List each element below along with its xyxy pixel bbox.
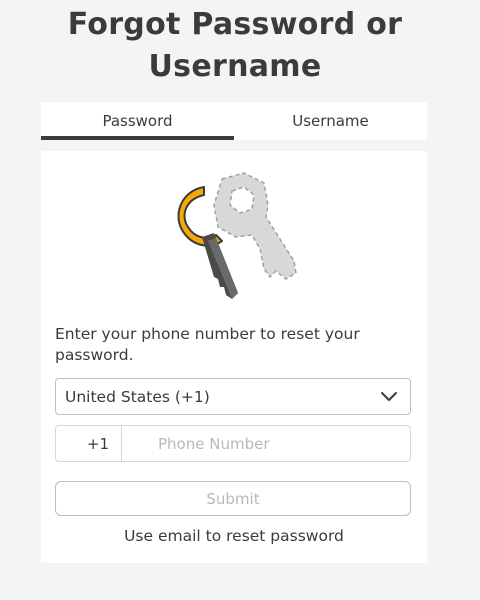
- use-email-link[interactable]: Use email to reset password: [41, 527, 427, 545]
- page-title: Forgot Password or Username: [67, 7, 403, 84]
- country-select-value: United States (+1): [65, 387, 210, 406]
- tab-username[interactable]: Username: [234, 102, 427, 140]
- phone-country-code-label: +1: [86, 434, 109, 453]
- key-icon: [177, 172, 297, 299]
- submit-button[interactable]: Submit: [55, 481, 411, 516]
- tab-password[interactable]: Password: [41, 102, 234, 140]
- chevron-down-icon: [381, 392, 397, 401]
- tab-password-label: Password: [102, 112, 173, 130]
- tab-bar: Password Username: [41, 102, 427, 140]
- phone-country-code: +1: [56, 426, 122, 461]
- reset-form-card: Enter your phone number to reset your pa…: [41, 151, 427, 563]
- phone-number-field: +1: [55, 425, 411, 462]
- tab-username-label: Username: [292, 112, 369, 130]
- phone-number-input[interactable]: [122, 425, 410, 462]
- country-select[interactable]: United States (+1): [55, 378, 411, 415]
- reset-instruction-text: Enter your phone number to reset your pa…: [55, 325, 360, 364]
